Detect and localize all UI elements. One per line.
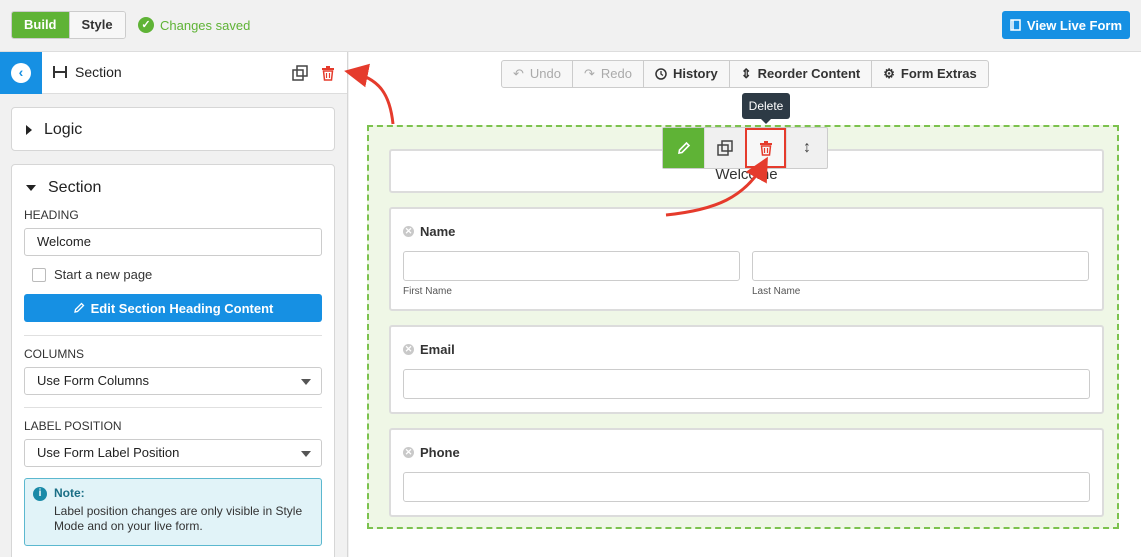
gear-icon: ⚙ xyxy=(883,66,895,81)
section-icon xyxy=(53,66,67,78)
name-label-text: Name xyxy=(420,224,456,239)
new-page-option[interactable]: Start a new page xyxy=(32,267,152,282)
clock-icon xyxy=(655,68,667,80)
divider xyxy=(24,335,322,336)
form-canvas: ↶ Undo ↷ Redo History ⇕ Reorder Content … xyxy=(349,52,1141,557)
undo-label: Undo xyxy=(529,66,561,81)
section-header[interactable]: Section xyxy=(26,179,101,197)
canvas-toolbar: ↶ Undo ↷ Redo History ⇕ Reorder Content … xyxy=(501,60,989,88)
columns-label: COLUMNS xyxy=(24,347,85,361)
form-extras-button[interactable]: ⚙ Form Extras xyxy=(871,61,988,87)
email-field-card[interactable]: ✕ Email xyxy=(389,325,1104,414)
redo-label: Redo xyxy=(600,66,632,81)
mode-switch: Build Style xyxy=(11,11,126,39)
last-name-sublabel: Last Name xyxy=(752,286,801,297)
label-position-select[interactable]: Use Form Label Position xyxy=(24,439,322,467)
style-mode-button[interactable]: Style xyxy=(68,12,125,38)
caret-down-icon xyxy=(26,185,36,191)
columns-select[interactable]: Use Form Columns xyxy=(24,367,322,395)
phone-field-card[interactable]: ✕ Phone xyxy=(389,428,1104,517)
chevron-left-icon: ‹ xyxy=(11,63,31,83)
caret-right-icon xyxy=(26,125,32,135)
form-icon xyxy=(1010,19,1021,31)
info-icon: i xyxy=(33,487,47,501)
label-position-select-value: Use Form Label Position xyxy=(37,445,180,460)
name-field-card[interactable]: ✕ Name First Name Last Name xyxy=(389,207,1104,311)
new-page-checkbox[interactable] xyxy=(32,267,46,282)
note-box: i Note: Label position changes are only … xyxy=(24,478,322,546)
history-label: History xyxy=(672,66,718,81)
redo-icon: ↷ xyxy=(583,66,595,81)
drag-handle-icon[interactable]: ✕ xyxy=(403,226,414,237)
label-position-label: LABEL POSITION xyxy=(24,419,122,433)
section-label: Section xyxy=(48,179,102,196)
save-status: ✓ Changes saved xyxy=(138,17,250,33)
undo-button[interactable]: ↶ Undo xyxy=(502,61,572,87)
selected-section[interactable]: Welcome ✕ Name First Name Last Name ✕ Em… xyxy=(367,125,1119,529)
view-live-form-label: View Live Form xyxy=(1026,17,1123,33)
phone-field-label: ✕ Phone xyxy=(403,445,460,460)
view-live-form-button[interactable]: View Live Form xyxy=(1002,11,1130,39)
heading-label: HEADING xyxy=(24,208,79,222)
sort-icon: ⇕ xyxy=(740,66,752,81)
divider xyxy=(24,407,322,408)
chevron-down-icon xyxy=(301,379,311,385)
section-panel: Section HEADING Welcome Start a new page… xyxy=(11,164,335,557)
edit-section-heading-button[interactable]: Edit Section Heading Content xyxy=(24,294,322,322)
delete-tooltip: Delete xyxy=(742,93,790,124)
arrows-vertical-icon: ↕ xyxy=(803,139,811,156)
duplicate-icon[interactable] xyxy=(292,65,308,81)
phone-label-text: Phone xyxy=(420,445,460,460)
trash-icon[interactable] xyxy=(320,65,336,81)
back-button[interactable]: ‹ xyxy=(0,52,42,94)
email-input[interactable] xyxy=(403,369,1090,399)
logic-label: Logic xyxy=(44,121,83,138)
email-field-label: ✕ Email xyxy=(403,342,455,357)
chevron-down-icon xyxy=(301,451,311,457)
drag-handle-icon[interactable]: ✕ xyxy=(403,344,414,355)
top-bar: Build Style ✓ Changes saved View Live Fo… xyxy=(0,0,1141,52)
save-status-text: Changes saved xyxy=(160,17,251,33)
first-name-sublabel: First Name xyxy=(403,286,452,297)
email-label-text: Email xyxy=(420,342,455,357)
sidebar-actions xyxy=(292,65,336,81)
note-title: Note: xyxy=(54,486,85,500)
sidebar-title-text: Section xyxy=(75,64,122,80)
trash-icon xyxy=(759,141,772,156)
delete-section-button[interactable] xyxy=(745,128,786,168)
build-mode-button[interactable]: Build xyxy=(12,12,69,38)
new-page-label: Start a new page xyxy=(54,267,153,282)
sidebar-header: ‹ Section xyxy=(0,52,347,94)
last-name-input[interactable] xyxy=(752,251,1089,281)
phone-input[interactable] xyxy=(403,472,1090,502)
sidebar: ‹ Section Logic Section HEADING Welcome … xyxy=(0,52,348,557)
section-control-bar: ↕ xyxy=(662,127,828,169)
columns-select-value: Use Form Columns xyxy=(37,373,149,388)
history-button[interactable]: History xyxy=(642,61,729,87)
first-name-input[interactable] xyxy=(403,251,740,281)
sidebar-title: Section xyxy=(53,64,122,80)
pencil-icon xyxy=(677,141,690,154)
drag-handle-icon[interactable]: ✕ xyxy=(403,447,414,458)
form-extras-label: Form Extras xyxy=(900,66,977,81)
check-icon: ✓ xyxy=(138,17,154,33)
logic-header[interactable]: Logic xyxy=(26,121,82,139)
duplicate-section-button[interactable] xyxy=(704,128,745,168)
move-section-button[interactable]: ↕ xyxy=(786,128,827,168)
undo-icon: ↶ xyxy=(513,66,524,81)
duplicate-icon xyxy=(717,140,733,156)
logic-panel[interactable]: Logic xyxy=(11,107,335,151)
redo-button[interactable]: ↷ Redo xyxy=(571,61,643,87)
heading-input[interactable]: Welcome xyxy=(24,228,322,256)
edit-section-button[interactable] xyxy=(663,128,704,168)
note-body: Label position changes are only visible … xyxy=(54,504,303,533)
name-field-label: ✕ Name xyxy=(403,224,455,239)
reorder-content-button[interactable]: ⇕ Reorder Content xyxy=(728,61,871,87)
reorder-content-label: Reorder Content xyxy=(757,66,861,81)
pencil-icon xyxy=(73,302,85,313)
edit-section-heading-label: Edit Section Heading Content xyxy=(90,300,274,316)
